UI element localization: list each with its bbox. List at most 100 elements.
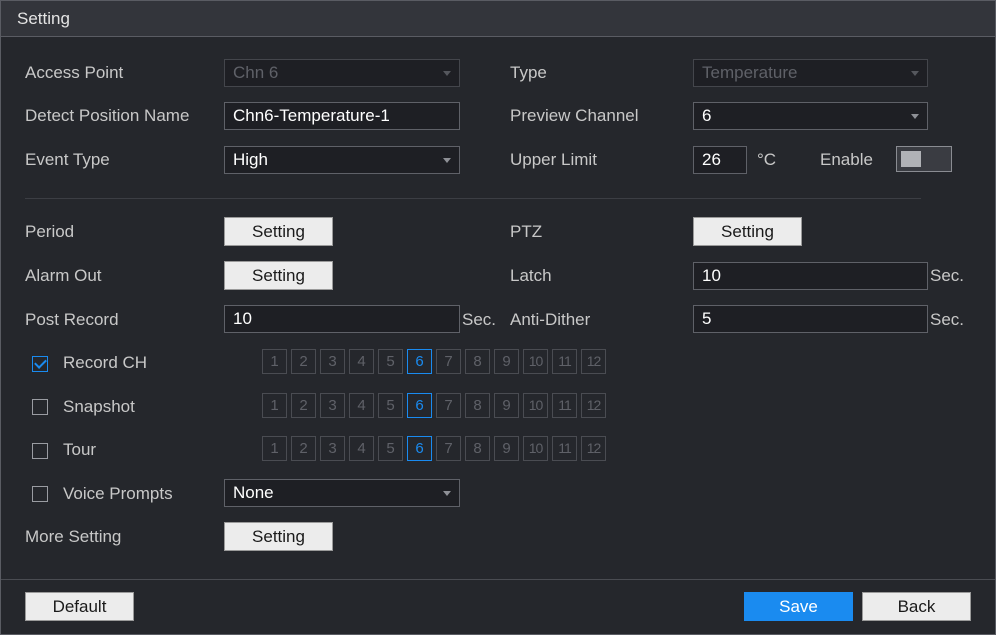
- type-select[interactable]: Temperature: [693, 59, 928, 87]
- enable-label: Enable: [820, 150, 873, 169]
- preview-channel-select[interactable]: 6: [693, 102, 928, 130]
- record-channel-3[interactable]: 3: [320, 349, 345, 374]
- record-channel-11[interactable]: 11: [552, 349, 577, 374]
- anti-dither-input[interactable]: 5: [693, 305, 928, 333]
- upper-limit-label: Upper Limit: [510, 150, 597, 169]
- tour-channel-grid: 1 2 3 4 5 6 7 8 9 10 11 12: [262, 436, 610, 461]
- tour-channel-11[interactable]: 11: [552, 436, 577, 461]
- upper-limit-value: 26: [702, 150, 721, 169]
- snapshot-channel-12[interactable]: 12: [581, 393, 606, 418]
- preview-channel-value: 6: [702, 106, 712, 125]
- enable-toggle[interactable]: [896, 146, 952, 172]
- chevron-down-icon: [911, 71, 919, 76]
- voice-prompts-value: None: [233, 483, 274, 502]
- latch-input[interactable]: 10: [693, 262, 928, 290]
- tour-channel-7[interactable]: 7: [436, 436, 461, 461]
- record-ch-checkbox[interactable]: [32, 356, 48, 372]
- voice-prompts-checkbox[interactable]: [32, 486, 48, 502]
- latch-unit: Sec.: [930, 266, 965, 285]
- anti-dither-value: 5: [702, 309, 712, 328]
- snapshot-channel-6[interactable]: 6: [407, 393, 432, 418]
- event-type-label: Event Type: [25, 150, 110, 169]
- tour-channel-4[interactable]: 4: [349, 436, 374, 461]
- record-channel-4[interactable]: 4: [349, 349, 374, 374]
- record-channel-5[interactable]: 5: [378, 349, 403, 374]
- snapshot-channel-11[interactable]: 11: [552, 393, 577, 418]
- tour-label: Tour: [63, 440, 97, 459]
- toggle-knob: [901, 151, 921, 167]
- type-value: Temperature: [702, 63, 798, 82]
- record-channel-10[interactable]: 10: [523, 349, 548, 374]
- ptz-label: PTZ: [510, 222, 543, 241]
- back-button[interactable]: Back: [862, 592, 971, 621]
- voice-prompts-select[interactable]: None: [224, 479, 460, 507]
- tour-channel-2[interactable]: 2: [291, 436, 316, 461]
- type-label: Type: [510, 63, 547, 82]
- access-point-label: Access Point: [25, 63, 124, 82]
- detect-position-name-label: Detect Position Name: [25, 106, 190, 125]
- title-bar: Setting: [1, 1, 995, 37]
- chevron-down-icon: [443, 71, 451, 76]
- period-setting-button[interactable]: Setting: [224, 217, 333, 246]
- latch-value: 10: [702, 266, 721, 285]
- tour-checkbox[interactable]: [32, 443, 48, 459]
- upper-limit-input[interactable]: 26: [693, 146, 747, 174]
- voice-prompts-label: Voice Prompts: [63, 484, 173, 503]
- section-divider: [25, 198, 921, 199]
- post-record-unit: Sec.: [462, 310, 497, 329]
- tour-channel-6[interactable]: 6: [407, 436, 432, 461]
- alarm-out-setting-button[interactable]: Setting: [224, 261, 333, 290]
- snapshot-channel-2[interactable]: 2: [291, 393, 316, 418]
- tour-channel-1[interactable]: 1: [262, 436, 287, 461]
- period-label: Period: [25, 222, 75, 241]
- snapshot-channel-5[interactable]: 5: [378, 393, 403, 418]
- snapshot-channel-4[interactable]: 4: [349, 393, 374, 418]
- footer-divider: [1, 579, 995, 580]
- tour-channel-12[interactable]: 12: [581, 436, 606, 461]
- record-channel-1[interactable]: 1: [262, 349, 287, 374]
- tour-channel-9[interactable]: 9: [494, 436, 519, 461]
- snapshot-channel-8[interactable]: 8: [465, 393, 490, 418]
- post-record-input[interactable]: 10: [224, 305, 460, 333]
- tour-channel-10[interactable]: 10: [523, 436, 548, 461]
- record-channel-2[interactable]: 2: [291, 349, 316, 374]
- detect-position-name-input[interactable]: Chn6-Temperature-1: [224, 102, 460, 130]
- post-record-value: 10: [233, 309, 252, 328]
- upper-limit-unit: °C: [757, 150, 777, 169]
- chevron-down-icon: [443, 158, 451, 163]
- setting-dialog: Setting Access Point Chn 6 Type Temperat…: [0, 0, 996, 635]
- window-title: Setting: [17, 9, 70, 28]
- more-setting-label: More Setting: [25, 527, 122, 546]
- snapshot-channel-3[interactable]: 3: [320, 393, 345, 418]
- default-button[interactable]: Default: [25, 592, 134, 621]
- ptz-setting-button[interactable]: Setting: [693, 217, 802, 246]
- more-setting-button[interactable]: Setting: [224, 522, 333, 551]
- event-type-value: High: [233, 150, 268, 169]
- record-channel-6[interactable]: 6: [407, 349, 432, 374]
- record-channel-8[interactable]: 8: [465, 349, 490, 374]
- access-point-select[interactable]: Chn 6: [224, 59, 460, 87]
- alarm-out-label: Alarm Out: [25, 266, 102, 285]
- tour-channel-3[interactable]: 3: [320, 436, 345, 461]
- anti-dither-label: Anti-Dither: [510, 310, 591, 329]
- record-ch-channel-grid: 1 2 3 4 5 6 7 8 9 10 11 12: [262, 349, 610, 374]
- latch-label: Latch: [510, 266, 552, 285]
- record-channel-12[interactable]: 12: [581, 349, 606, 374]
- snapshot-channel-10[interactable]: 10: [523, 393, 548, 418]
- chevron-down-icon: [911, 114, 919, 119]
- snapshot-channel-1[interactable]: 1: [262, 393, 287, 418]
- access-point-value: Chn 6: [233, 63, 279, 82]
- snapshot-channel-9[interactable]: 9: [494, 393, 519, 418]
- record-channel-7[interactable]: 7: [436, 349, 461, 374]
- preview-channel-label: Preview Channel: [510, 106, 639, 125]
- tour-channel-5[interactable]: 5: [378, 436, 403, 461]
- record-channel-9[interactable]: 9: [494, 349, 519, 374]
- snapshot-label: Snapshot: [63, 397, 135, 416]
- record-ch-label: Record CH: [63, 353, 148, 372]
- snapshot-checkbox[interactable]: [32, 399, 48, 415]
- save-button[interactable]: Save: [744, 592, 853, 621]
- tour-channel-8[interactable]: 8: [465, 436, 490, 461]
- snapshot-channel-7[interactable]: 7: [436, 393, 461, 418]
- snapshot-channel-grid: 1 2 3 4 5 6 7 8 9 10 11 12: [262, 393, 610, 418]
- event-type-select[interactable]: High: [224, 146, 460, 174]
